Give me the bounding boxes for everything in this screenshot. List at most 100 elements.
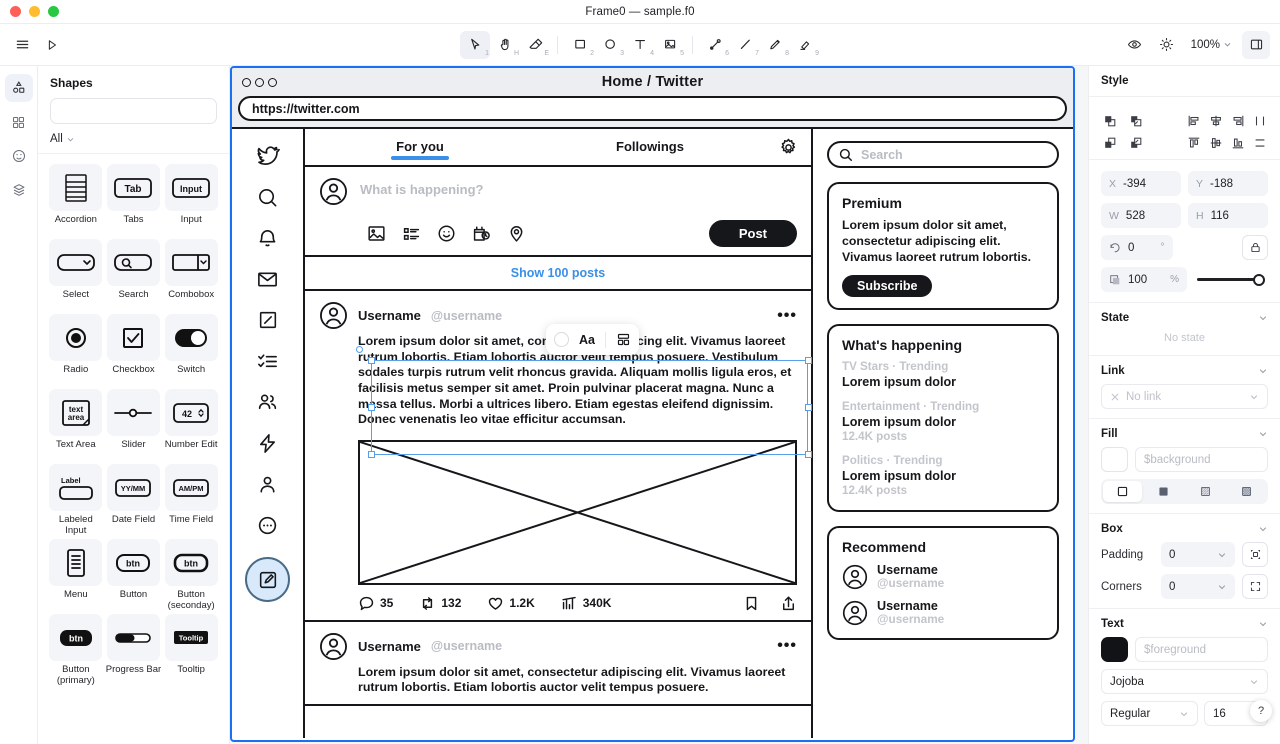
shape-tooltip[interactable]: Tooltip Tooltip — [163, 614, 219, 687]
chevron-down-icon[interactable] — [1258, 313, 1268, 323]
share-icon[interactable] — [780, 595, 797, 612]
image-icon[interactable] — [367, 224, 386, 243]
selection-handle-tr[interactable] — [805, 357, 812, 364]
corners-select[interactable]: 0 — [1161, 574, 1235, 599]
align-top-icon[interactable] — [1185, 134, 1202, 151]
padding-icon[interactable] — [1242, 542, 1268, 567]
shape-button-secondary[interactable]: btn Button (seconday) — [163, 539, 219, 612]
eraser-tool[interactable]: E — [520, 31, 550, 59]
close-icon[interactable] — [1110, 392, 1120, 402]
corners-icon[interactable] — [1242, 574, 1268, 599]
wireframe-search[interactable]: Search — [827, 141, 1059, 168]
selection-handle-bl[interactable] — [368, 451, 375, 458]
align-right-icon[interactable] — [1229, 112, 1246, 129]
layout-icon[interactable] — [616, 332, 631, 347]
communities-icon[interactable] — [253, 387, 283, 417]
rectangle-tool[interactable]: 2 — [565, 31, 595, 59]
shape-time-field[interactable]: AM/PM Time Field — [163, 464, 219, 537]
poll-icon[interactable] — [402, 224, 421, 243]
shape-switch[interactable]: Switch — [163, 314, 219, 387]
chevron-down-icon[interactable] — [1258, 366, 1268, 376]
highlighter-tool[interactable]: 9 — [790, 31, 820, 59]
post-item[interactable]: Username @username ••• Lorem ipsum dolor… — [305, 622, 811, 706]
mail-icon[interactable] — [253, 264, 283, 294]
post-repost[interactable]: 132 — [419, 595, 461, 612]
shape-button[interactable]: btn Button — [106, 539, 162, 612]
chevron-down-icon[interactable] — [1258, 524, 1268, 534]
bell-icon[interactable] — [253, 223, 283, 253]
chevron-down-icon[interactable] — [1249, 392, 1259, 402]
show-posts-link[interactable]: Show 100 posts — [305, 257, 811, 291]
opacity-slider[interactable] — [1194, 267, 1268, 292]
selection-handle-br[interactable] — [805, 451, 812, 458]
selection-handle-l[interactable] — [368, 404, 375, 411]
bring-forward-icon[interactable] — [1127, 112, 1144, 129]
shape-text-area[interactable]: text area Text Area — [48, 389, 104, 462]
tab-for-you[interactable]: For you — [305, 139, 535, 156]
schedule-icon[interactable] — [472, 224, 491, 243]
fill-hachure-button[interactable] — [1186, 481, 1225, 502]
w-field[interactable]: W 528 — [1101, 203, 1181, 228]
chevron-down-icon[interactable] — [1258, 619, 1268, 629]
twitter-bird-icon[interactable] — [253, 141, 283, 171]
wireframe-url-bar[interactable]: https://twitter.com — [238, 96, 1067, 121]
sidebar-item-icons[interactable] — [5, 142, 33, 170]
shape-slider[interactable]: Slider — [106, 389, 162, 462]
shape-labeled-input[interactable]: Label Labeled Input — [48, 464, 104, 537]
chevron-down-icon[interactable] — [1249, 677, 1259, 687]
post-views[interactable]: 340K — [561, 595, 611, 612]
post-more-button[interactable]: ••• — [777, 637, 797, 655]
color-swatch-icon[interactable] — [554, 332, 569, 347]
composer-placeholder[interactable]: What is happening? — [360, 177, 484, 197]
align-middle-v-icon[interactable] — [1207, 134, 1224, 151]
shape-button-primary[interactable]: btn Button (primary) — [48, 614, 104, 687]
sidebar-item-layers[interactable] — [5, 176, 33, 204]
sidebar-item-library[interactable] — [5, 108, 33, 136]
y-field[interactable]: Y -188 — [1188, 171, 1268, 196]
bookmark-icon[interactable] — [743, 595, 760, 612]
trend-item[interactable]: TV Stars · Trending Lorem ipsum dolor — [842, 360, 1044, 389]
more-icon[interactable] — [253, 510, 283, 540]
zoom-control[interactable]: 100% — [1185, 35, 1238, 55]
shape-input[interactable]: Input Input — [163, 164, 219, 237]
wireframe-frame[interactable]: Home / Twitter https://twitter.com For y… — [230, 66, 1075, 742]
select-tool[interactable]: 1 — [460, 30, 490, 59]
distribute-v-icon[interactable] — [1251, 134, 1268, 151]
text-tool[interactable]: 4 — [625, 31, 655, 59]
chevron-down-icon[interactable] — [1179, 709, 1189, 719]
shape-select[interactable]: Select — [48, 239, 104, 312]
trend-item[interactable]: Entertainment · Trending Lorem ipsum dol… — [842, 400, 1044, 443]
canvas[interactable]: Home / Twitter https://twitter.com For y… — [230, 66, 1088, 744]
font-weight-select[interactable]: Regular — [1101, 701, 1198, 726]
shape-search[interactable]: Search — [106, 239, 162, 312]
lock-icon[interactable] — [1242, 235, 1268, 260]
rotation-field[interactable]: 0 ° — [1101, 235, 1173, 260]
help-button[interactable]: ? — [1250, 700, 1272, 722]
sidebar-item-shapes[interactable] — [4, 74, 33, 102]
trend-item[interactable]: Politics · Trending Lorem ipsum dolor 12… — [842, 454, 1044, 497]
align-left-icon[interactable] — [1185, 112, 1202, 129]
floating-format-toolbar[interactable]: Aa — [546, 324, 639, 355]
hand-tool[interactable]: H — [490, 31, 520, 59]
line-tool[interactable]: 7 — [730, 31, 760, 59]
fill-color-swatch[interactable] — [1101, 447, 1128, 472]
post-more-button[interactable]: ••• — [777, 307, 797, 325]
emoji-icon[interactable] — [437, 224, 456, 243]
align-center-h-icon[interactable] — [1207, 112, 1224, 129]
gear-icon[interactable] — [765, 137, 811, 158]
shape-date-field[interactable]: YY/MM Date Field — [106, 464, 162, 537]
distribute-h-icon[interactable] — [1251, 112, 1268, 129]
x-field[interactable]: X -394 — [1101, 171, 1181, 196]
font-button[interactable]: Aa — [579, 333, 595, 347]
shape-number-edit[interactable]: 42 Number Edit — [163, 389, 219, 462]
selection-handle-tl[interactable] — [368, 357, 375, 364]
compose-icon[interactable] — [245, 557, 290, 602]
chevron-down-icon[interactable] — [1217, 550, 1227, 560]
shapes-search[interactable] — [50, 98, 217, 124]
bring-to-front-icon[interactable] — [1101, 112, 1118, 129]
opacity-field[interactable]: 100 % — [1101, 267, 1187, 292]
shape-menu[interactable]: Menu — [48, 539, 104, 612]
shape-accordion[interactable]: Accordion — [48, 164, 104, 237]
post-button[interactable]: Post — [708, 220, 797, 247]
link-select[interactable]: No link — [1101, 384, 1268, 409]
